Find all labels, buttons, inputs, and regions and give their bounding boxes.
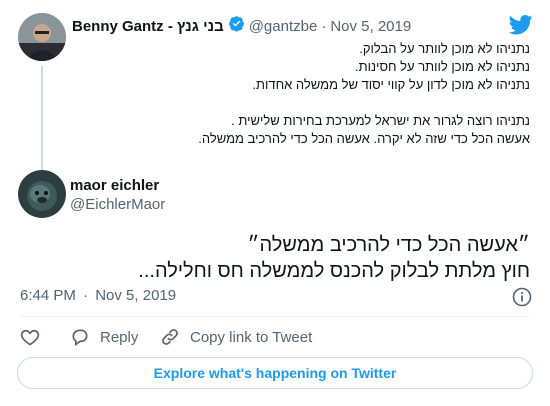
explore-button[interactable]: Explore what's happening on Twitter: [17, 357, 533, 389]
reply-avatar[interactable]: [18, 170, 66, 218]
reply-tweet-text: ״אעשה הכל כדי להרכיב ממשלה״ חוץ מלתת לבל…: [138, 234, 530, 282]
copy-link-label[interactable]: Copy link to Tweet: [190, 329, 312, 346]
parent-handle[interactable]: @gantzbe: [249, 18, 318, 35]
link-icon: [162, 329, 178, 345]
info-icon[interactable]: [512, 287, 532, 307]
copy-link-button[interactable]: Copy link to Tweet: [160, 327, 312, 347]
divider: [20, 316, 530, 317]
twitter-bird-icon[interactable]: [508, 14, 533, 36]
reply-handle[interactable]: @EichlerMaor: [70, 196, 165, 213]
parent-author-row: Benny Gantz - בני גנץ @gantzbe · Nov 5, …: [72, 15, 411, 37]
thread-line: [41, 66, 43, 170]
reply-label[interactable]: Reply: [100, 329, 138, 346]
tweet-time[interactable]: 6:44 PM: [20, 287, 76, 304]
avatar[interactable]: [18, 13, 66, 61]
reply-display-name[interactable]: maor eichler: [70, 177, 159, 194]
tweet-date[interactable]: Nov 5, 2019: [95, 287, 176, 304]
verified-badge-icon: [228, 15, 245, 37]
separator: ·: [321, 17, 327, 35]
heart-icon: [20, 329, 40, 346]
separator: ·: [83, 287, 89, 304]
reply-button[interactable]: Reply: [70, 327, 138, 347]
parent-display-name[interactable]: Benny Gantz - בני גנץ: [72, 18, 224, 35]
reply-icon: [72, 329, 88, 347]
parent-tweet-text: נתניהו לא מוכן לוותר על הבלוק. נתניהו לא…: [198, 41, 530, 146]
parent-date[interactable]: Nov 5, 2019: [330, 18, 411, 35]
tweet-timestamp[interactable]: 6:44 PM · Nov 5, 2019: [20, 287, 176, 304]
like-button[interactable]: [20, 327, 50, 347]
